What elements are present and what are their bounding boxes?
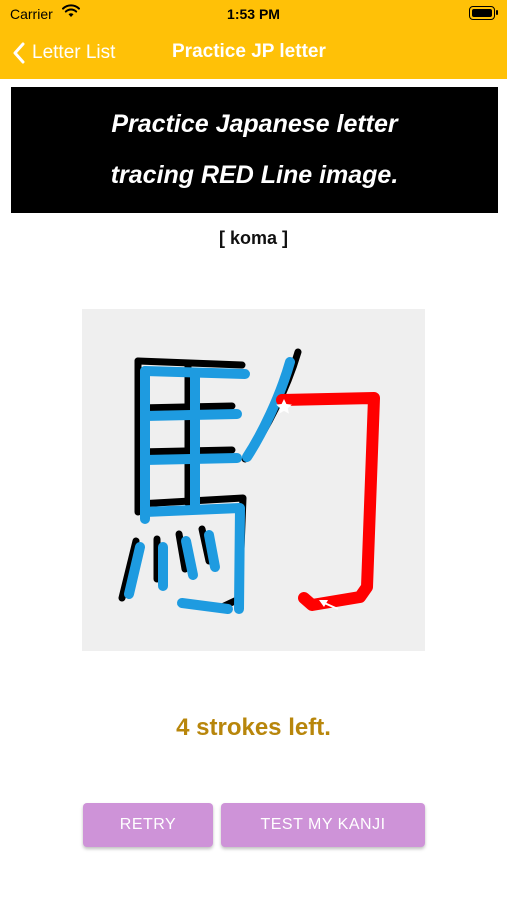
instruction-banner: Practice Japanese letter tracing RED Lin… <box>11 87 498 213</box>
back-button-label: Letter List <box>32 42 116 63</box>
retry-button[interactable]: RETRY <box>83 803 213 847</box>
back-button[interactable]: Letter List <box>12 38 115 68</box>
page-title: Practice JP letter <box>172 41 326 62</box>
guide-stroke-red <box>276 392 380 611</box>
chevron-left-icon <box>13 42 25 64</box>
instruction-line-1: Practice Japanese letter <box>111 110 398 138</box>
kanji-tracing-drawing <box>118 348 380 614</box>
instruction-line-2: tracing RED Line image. <box>110 161 399 189</box>
strokes-left-label: 4 strokes left. <box>176 714 331 741</box>
battery-icon <box>469 6 498 20</box>
status-bar: Carrier 1:53 PM <box>0 0 507 28</box>
kanji-reading: [ koma ] <box>218 228 288 248</box>
clock: 1:53 PM <box>227 6 280 22</box>
test-my-kanji-button[interactable]: TEST MY KANJI <box>221 803 425 847</box>
tracing-canvas[interactable] <box>82 309 425 651</box>
completed-strokes <box>124 357 295 614</box>
header-bar: Carrier 1:53 PM Letter List Practice JP … <box>0 0 507 79</box>
